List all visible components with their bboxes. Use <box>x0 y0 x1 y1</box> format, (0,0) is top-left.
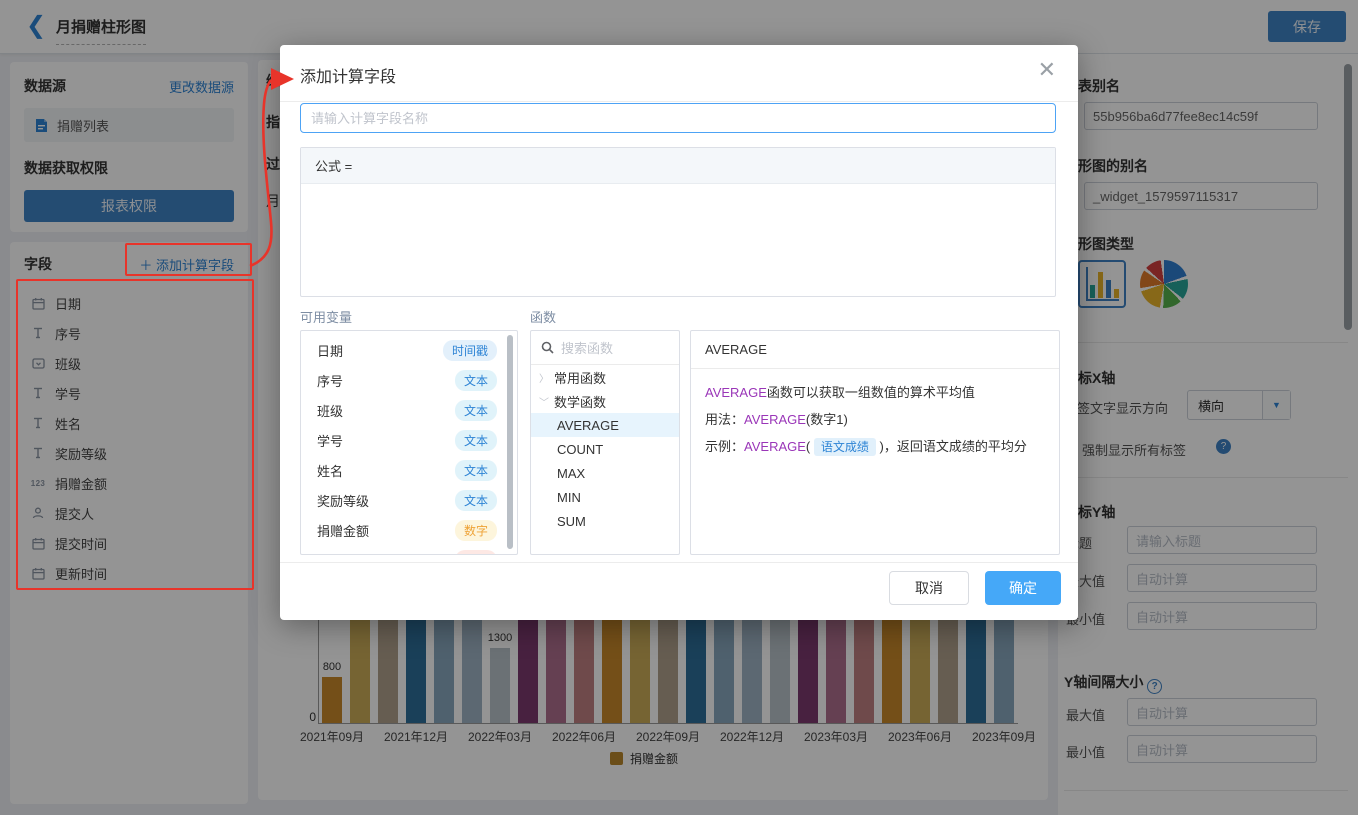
function-usage: 用法：AVERAGE(数字1) <box>705 406 1045 433</box>
function-detail-panel: AVERAGE AVERAGE函数可以获取一组数值的算术平均值 用法：AVERA… <box>690 330 1060 555</box>
search-icon <box>541 341 554 354</box>
cancel-button[interactable]: 取消 <box>889 571 969 605</box>
variable-item[interactable]: 班级 文本 <box>301 395 517 425</box>
dialog-title: 添加计算字段 <box>300 63 396 87</box>
variable-type-tag: 成员 <box>455 550 497 556</box>
chevron-down-icon: ﹀ <box>539 394 549 409</box>
function-description: AVERAGE函数可以获取一组数值的算术平均值 <box>705 379 1045 406</box>
function-search-placeholder: 搜索函数 <box>561 338 613 357</box>
variables-label: 可用变量 <box>300 307 352 326</box>
formula-editor[interactable]: 公式 = <box>300 147 1056 297</box>
function-group[interactable]: ﹀ 数学函数 <box>531 389 679 413</box>
variable-item[interactable]: 日期 时间戳 <box>301 335 517 365</box>
variable-item[interactable]: 提交人 成员 <box>301 545 517 555</box>
calc-field-name-input[interactable] <box>300 103 1056 133</box>
variable-item[interactable]: 奖励等级 文本 <box>301 485 517 515</box>
function-search[interactable]: 搜索函数 <box>531 331 679 365</box>
dialog-footer: 取消 确定 <box>280 562 1078 620</box>
formula-label: 公式 = <box>301 148 1055 184</box>
function-group[interactable]: 〉常用函数 <box>531 365 679 389</box>
variable-name: 捐赠金额 <box>317 521 369 540</box>
variable-name: 奖励等级 <box>317 491 369 510</box>
variable-type-tag: 文本 <box>455 460 497 481</box>
close-icon[interactable]: ✕ <box>1038 59 1056 81</box>
dialog-header: 添加计算字段 ✕ <box>280 45 1078 102</box>
function-item[interactable]: SUM <box>531 509 679 533</box>
variable-item[interactable]: 序号 文本 <box>301 365 517 395</box>
variable-name: 序号 <box>317 371 343 390</box>
variable-name: 姓名 <box>317 461 343 480</box>
function-item[interactable]: MIN <box>531 485 679 509</box>
chevron-right-icon: 〉 <box>539 370 549 385</box>
confirm-button[interactable]: 确定 <box>985 571 1061 605</box>
variable-type-tag: 数字 <box>455 520 497 541</box>
variable-item[interactable]: 捐赠金额 数字 <box>301 515 517 545</box>
example-field-chip: 语文成绩 <box>814 438 876 456</box>
variable-item[interactable]: 姓名 文本 <box>301 455 517 485</box>
variable-type-tag: 时间戳 <box>443 340 497 361</box>
add-calc-field-dialog: 添加计算字段 ✕ 公式 = 可用变量 日期时间戳序号文本班级文本学号文本姓名文本… <box>280 45 1078 620</box>
function-group-label: 常用函数 <box>554 368 606 387</box>
variable-type-tag: 文本 <box>455 400 497 421</box>
function-tree: 搜索函数 〉常用函数 ﹀ 数学函数 AVERAGECOUNTMAXMINSUM <box>530 330 680 555</box>
function-item[interactable]: MAX <box>531 461 679 485</box>
variables-scrollbar[interactable] <box>507 335 513 549</box>
functions-label: 函数 <box>530 307 556 326</box>
function-item[interactable]: AVERAGE <box>531 413 679 437</box>
function-example: 示例：AVERAGE( 语文成绩 )，返回语文成绩的平均分 <box>705 433 1045 461</box>
function-group-label: 数学函数 <box>554 392 606 411</box>
function-item[interactable]: COUNT <box>531 437 679 461</box>
variable-name: 日期 <box>317 341 343 360</box>
function-detail-title: AVERAGE <box>691 331 1059 369</box>
variables-list: 日期时间戳序号文本班级文本学号文本姓名文本奖励等级文本捐赠金额数字提交人成员 <box>300 330 518 555</box>
variable-type-tag: 文本 <box>455 370 497 391</box>
variable-name: 班级 <box>317 401 343 420</box>
variable-type-tag: 文本 <box>455 430 497 451</box>
variable-item[interactable]: 学号 文本 <box>301 425 517 455</box>
variable-name: 学号 <box>317 431 343 450</box>
variable-type-tag: 文本 <box>455 490 497 511</box>
variable-name: 提交人 <box>317 551 356 556</box>
